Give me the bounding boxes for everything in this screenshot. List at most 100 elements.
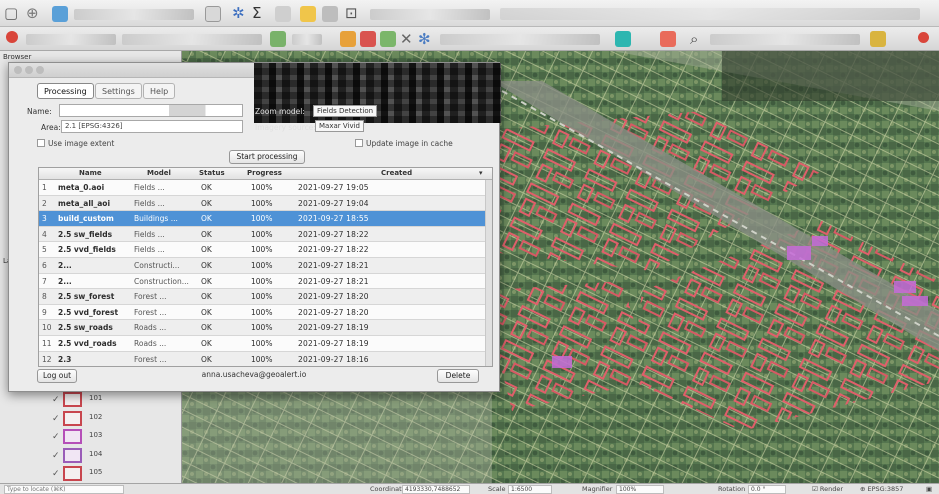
close-window-icon[interactable] — [14, 66, 22, 74]
label-icon[interactable] — [322, 6, 338, 22]
render-checkbox[interactable]: ☑ Render — [812, 485, 843, 493]
measure-icon[interactable] — [275, 6, 291, 22]
table-row[interactable]: 12 2.3 Forest ... OK 100% 2021-09-27 18:16 — [39, 351, 492, 366]
cell-status: OK — [201, 214, 212, 224]
cell-status: OK — [201, 323, 212, 333]
messages-icon[interactable]: ▣ — [926, 485, 932, 493]
use-image-extent-checkbox[interactable]: Use image extent — [37, 139, 114, 148]
cell-num: 11 — [42, 339, 52, 348]
cell-created: 2021-09-27 18:55 — [298, 214, 369, 224]
coordinate-label: Coordinate — [370, 485, 406, 493]
tab-processing[interactable]: Processing — [37, 83, 94, 99]
table-scrollbar[interactable] — [485, 180, 492, 366]
search-icon[interactable]: ⌕ — [690, 31, 698, 47]
print-layout-icon[interactable]: ⊡ — [345, 5, 358, 21]
new-project-icon[interactable]: ▢ — [4, 5, 18, 21]
maximize-window-icon[interactable] — [36, 66, 44, 74]
table-row[interactable]: 2 meta_all_aoi Fields ... OK 100% 2021-09-27 … — [39, 195, 492, 212]
layer-legend: ✓ 101 ✓ 102 ✓ 103 ✓ 104 ✓ 105 — [48, 391, 182, 484]
cell-progress: 100% — [251, 292, 273, 302]
name-field[interactable] — [59, 104, 243, 117]
close-plugin-icon[interactable] — [918, 32, 929, 43]
add-raster-icon[interactable] — [360, 31, 376, 47]
legend-checkbox-icon[interactable]: ✓ — [52, 432, 60, 442]
rotation-label: Rotation — [718, 485, 746, 493]
cell-created: 2021-09-27 18:19 — [298, 323, 369, 333]
cell-num: 5 — [42, 245, 47, 255]
legend-checkbox-icon[interactable]: ✓ — [52, 451, 60, 461]
minimize-window-icon[interactable] — [25, 66, 33, 74]
status-bar: Type to locate (⌘K) Coordinate 4193330,7… — [0, 483, 939, 494]
table-row[interactable]: 10 2.5 sw_roads Roads ... OK 100% 2021-09-27 … — [39, 320, 492, 336]
area-select[interactable]: 2.1 [EPSG:4326] — [61, 120, 243, 133]
column-progress[interactable]: Progress — [247, 169, 282, 177]
sum-icon[interactable]: Σ — [252, 5, 261, 21]
add-layer-icon[interactable] — [340, 31, 356, 47]
update-cache-checkbox[interactable]: Update image in cache — [355, 139, 453, 148]
legend-item[interactable]: ✓ 103 — [48, 428, 182, 447]
layer-style-icon[interactable] — [660, 31, 676, 47]
plugin-icon[interactable] — [870, 31, 886, 47]
vertex-tool-icon[interactable] — [270, 31, 286, 47]
imagery-source-select[interactable]: Maxar Vivid — [315, 120, 364, 132]
table-row[interactable]: 11 2.5 vvd_roads Roads ... OK 100% 2021-09-27… — [39, 336, 492, 352]
table-row[interactable]: 4 2.5 sw_fields Fields ... OK 100% 2021-09-27… — [39, 226, 492, 243]
zoom-in-icon[interactable]: ✲ — [232, 5, 245, 21]
tools-icon[interactable]: ✕ — [400, 31, 413, 47]
cell-created: 2021-09-27 18:20 — [298, 292, 369, 302]
legend-checkbox-icon[interactable]: ✓ — [52, 395, 60, 405]
column-created[interactable]: Created — [381, 169, 412, 177]
magnifier-field[interactable]: 100% — [616, 485, 664, 494]
legend-item[interactable]: ✓ 104 — [48, 447, 182, 466]
cell-name: 2... — [58, 276, 72, 286]
cell-progress: 100% — [251, 245, 273, 255]
legend-checkbox-icon[interactable]: ✓ — [52, 469, 60, 479]
legend-item[interactable]: ✓ 102 — [48, 410, 182, 429]
table-row[interactable]: 3 build_custom Buildings ... OK 100% 2021-09-… — [39, 211, 492, 227]
identify-icon[interactable] — [380, 31, 396, 47]
column-status[interactable]: Status — [199, 169, 225, 177]
select-feature-icon[interactable] — [205, 6, 221, 22]
cell-model: Forest ... — [134, 292, 167, 302]
tab-settings[interactable]: Settings — [95, 83, 142, 99]
rotation-field[interactable]: 0.0 ° — [748, 485, 786, 494]
cell-progress: 100% — [251, 339, 273, 348]
cell-status: OK — [201, 245, 212, 255]
legend-checkbox-icon[interactable]: ✓ — [52, 414, 60, 424]
cell-model: Fields ... — [134, 229, 165, 239]
cell-name: 2.5 vvd_fields — [58, 245, 116, 255]
annotation-icon[interactable] — [300, 6, 316, 22]
cell-status: OK — [201, 183, 212, 192]
delete-button[interactable]: Delete — [437, 369, 479, 383]
cell-progress: 100% — [251, 229, 273, 239]
table-row[interactable]: 1 meta_0.aoi Fields ... OK 100% 2021-09-27 19… — [39, 180, 492, 196]
digitize-icon[interactable] — [6, 31, 18, 43]
cell-num: 8 — [42, 292, 47, 302]
cell-num: 12 — [42, 354, 52, 364]
legend-item[interactable]: ✓ 101 — [48, 391, 182, 410]
mapflow-icon[interactable] — [615, 31, 631, 47]
column-name[interactable]: Name — [79, 169, 102, 177]
coordinate-field[interactable]: 4193330,7488652 — [402, 485, 470, 494]
legend-item[interactable]: ✓ 105 — [48, 465, 182, 484]
tab-help[interactable]: Help — [143, 83, 176, 99]
column-model[interactable]: Model — [147, 169, 171, 177]
locator-search-input[interactable]: Type to locate (⌘K) — [4, 485, 124, 494]
cell-progress: 100% — [251, 323, 273, 333]
crs-button[interactable]: ⊕ EPSG:3857 — [860, 485, 903, 493]
zoom-model-select[interactable]: Fields Detection — [313, 105, 378, 117]
table-row[interactable]: 5 2.5 vvd_fields Fields ... OK 100% 2021-09-2… — [39, 242, 492, 258]
start-processing-button[interactable]: Start processing — [229, 150, 305, 164]
cell-progress: 100% — [251, 183, 273, 192]
cell-model: Construction... — [134, 276, 189, 286]
sort-toggle-icon[interactable]: ▾ — [479, 169, 483, 177]
scale-field[interactable]: 1:6500 — [508, 485, 552, 494]
table-row[interactable]: 7 2... Construction... OK 100% 2021-09-27 18:… — [39, 273, 492, 290]
pan-tool-icon[interactable] — [52, 6, 68, 22]
settings-icon[interactable]: ✻ — [418, 31, 431, 47]
cell-progress: 100% — [251, 198, 273, 208]
table-row[interactable]: 8 2.5 sw_forest Forest ... OK 100% 2021-09-27… — [39, 289, 492, 305]
open-project-icon[interactable]: ⊕ — [26, 5, 39, 21]
table-row[interactable]: 9 2.5 vvd_forest Forest ... OK 100% 2021-09-2… — [39, 304, 492, 321]
table-row[interactable]: 6 2... Constructi... OK 100% 2021-09-27 18:21 — [39, 258, 492, 274]
